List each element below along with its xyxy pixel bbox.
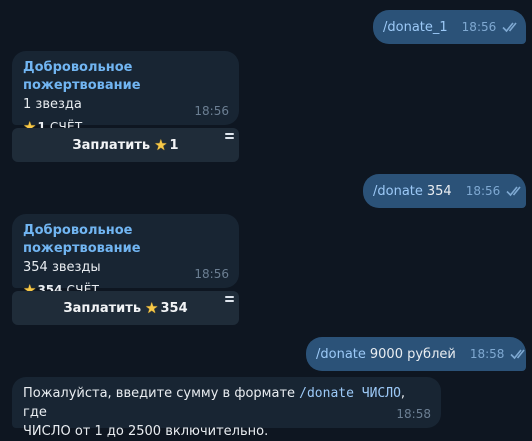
command-link[interactable]: /donate_1 [383, 20, 448, 35]
bot-reply-message: Пожалуйста, введите сумму в формате /don… [12, 377, 441, 439]
reply-text: Пожалуйста, введите сумму в формате [23, 386, 296, 401]
pay-button-label: Заплатить [63, 300, 142, 316]
pay-button-amount: 354 [160, 300, 188, 316]
message-time: 18:58 [396, 407, 431, 421]
pay-button-amount: 1 [169, 137, 179, 153]
outgoing-message[interactable]: /donate 354 18:56 [363, 174, 526, 208]
star-icon: ★ [145, 299, 159, 317]
invoice-message: Добровольное пожертвование 354 звезды ★ … [12, 214, 239, 299]
message-time: 18:56 [194, 267, 229, 281]
message-text: 354 [426, 183, 452, 199]
invoice-message: Добровольное пожертвование 1 звезда ★ 1 … [12, 51, 239, 136]
reply-code[interactable]: /donate ЧИСЛО [299, 386, 401, 401]
invoice-title: Добровольное пожертвование [23, 223, 141, 256]
pay-button-label: Заплатить [72, 137, 151, 153]
double-check-icon [510, 349, 526, 360]
message-meta: 18:56 [466, 184, 527, 198]
card-icon [225, 133, 234, 140]
reply-line-2: ЧИСЛО от 1 до 2500 включительно. [23, 424, 269, 439]
message-time: 18:56 [465, 184, 501, 198]
reply-line-1: Пожалуйста, введите сумму в формате /don… [23, 384, 431, 422]
card-icon [225, 296, 234, 303]
pay-button[interactable]: Заплатить ★ 354 [12, 291, 239, 325]
star-icon: ★ [154, 136, 168, 154]
message-time: 18:58 [469, 347, 505, 361]
pay-button[interactable]: Заплатить ★ 1 [12, 128, 239, 162]
double-check-icon [502, 22, 517, 33]
message-meta: 18:56 [462, 20, 523, 34]
command-link[interactable]: /donate [316, 347, 366, 362]
invoice-title: Добровольное пожертвование [23, 60, 141, 93]
chat-area: /donate_1 18:56 Добровольное пожертвован… [0, 0, 532, 439]
message-time: 18:56 [194, 104, 229, 118]
double-check-icon [506, 186, 521, 197]
message-text: 9000 рублей [369, 346, 456, 362]
message-meta: 18:58 [470, 347, 531, 361]
message-time: 18:56 [461, 20, 497, 34]
outgoing-message[interactable]: /donate 9000 рублей 18:58 [306, 337, 526, 371]
outgoing-message[interactable]: /donate_1 18:56 [373, 10, 526, 44]
command-link[interactable]: /donate [373, 184, 423, 199]
